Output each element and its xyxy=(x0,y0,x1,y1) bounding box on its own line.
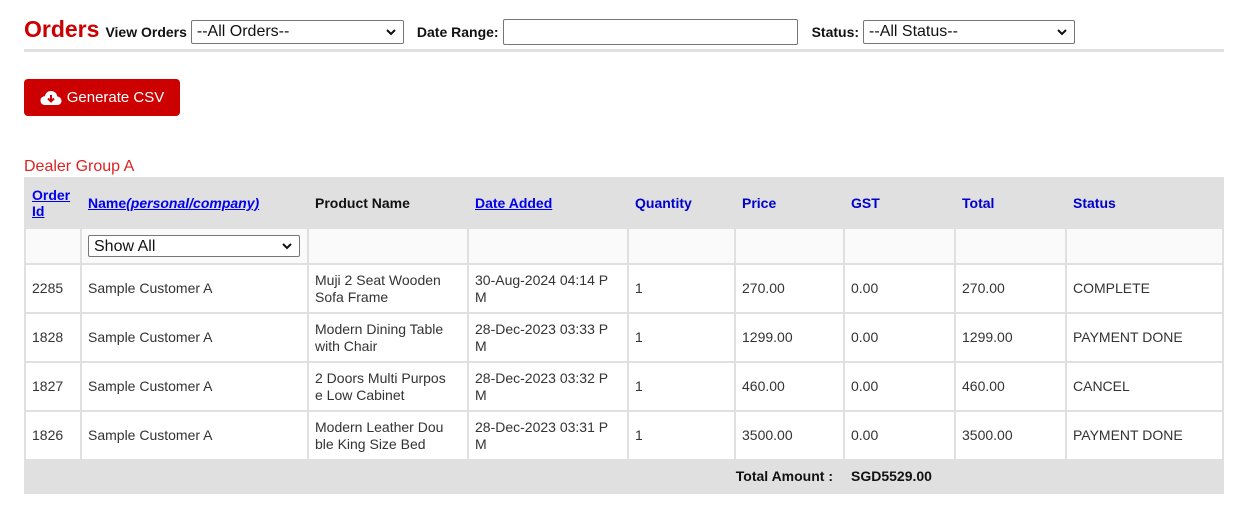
cell-gst: 0.00 xyxy=(845,265,954,312)
cell-total: 3500.00 xyxy=(956,412,1065,459)
filter-row: Show All xyxy=(26,229,1222,263)
total-row: Total Amount : SGD5529.00 xyxy=(26,461,1222,492)
cell-product-name: Modern Leather Dou ble King Size Bed xyxy=(309,412,467,459)
cell-gst: 0.00 xyxy=(845,412,954,459)
chevron-down-icon xyxy=(282,243,292,250)
dealer-group-title: Dealer Group A xyxy=(24,158,135,175)
cell-date-added: 30-Aug-2024 04:14 PM xyxy=(469,265,627,312)
name-sort-link[interactable]: Name(personal/company) xyxy=(88,195,259,211)
cell-date-added: 28-Dec-2023 03:31 PM xyxy=(469,412,627,459)
cell-status: PAYMENT DONE xyxy=(1067,314,1222,361)
cell-price: 1299.00 xyxy=(736,314,843,361)
cell-status: PAYMENT DONE xyxy=(1067,412,1222,459)
column-total: Total xyxy=(956,179,1065,227)
view-orders-select[interactable]: --All Orders-- xyxy=(190,19,404,44)
column-gst: GST xyxy=(845,179,954,227)
status-label: Status: xyxy=(811,23,860,40)
cell-price: 3500.00 xyxy=(736,412,843,459)
order-id-sort-link[interactable]: Order Id xyxy=(32,187,70,219)
cell-product-name: 2 Doors Multi Purpos e Low Cabinet xyxy=(309,363,467,410)
cell-order-id: 2285 xyxy=(26,265,80,312)
cell-total: 1299.00 xyxy=(956,314,1065,361)
cell-order-id: 1826 xyxy=(26,412,80,459)
cell-name: Sample Customer A xyxy=(82,265,307,312)
cell-quantity: 1 xyxy=(629,363,734,410)
cell-quantity: 1 xyxy=(629,412,734,459)
status-select[interactable]: --All Status-- xyxy=(863,19,1076,44)
orders-header: Orders View Orders --All Orders-- Date R… xyxy=(24,14,1224,52)
orders-table: Order Id Name(personal/company) Product N… xyxy=(24,177,1224,494)
cell-status: CANCEL xyxy=(1067,363,1222,410)
table-row: 2285 Sample Customer A Muji 2 Seat Wooden S… xyxy=(26,265,1222,312)
cell-quantity: 1 xyxy=(629,265,734,312)
column-status: Status xyxy=(1067,179,1222,227)
chevron-down-icon xyxy=(386,28,396,35)
total-amount-value: SGD5529.00 xyxy=(845,461,1222,492)
column-date-added[interactable]: Date Added xyxy=(469,179,627,227)
cell-quantity: 1 xyxy=(629,314,734,361)
cell-date-added: 28-Dec-2023 03:32 PM xyxy=(469,363,627,410)
column-name[interactable]: Name(personal/company) xyxy=(82,179,307,227)
date-range-input[interactable] xyxy=(502,18,798,45)
cell-name: Sample Customer A xyxy=(82,314,307,361)
cell-name: Sample Customer A xyxy=(82,412,307,459)
column-order-id[interactable]: Order Id xyxy=(26,179,80,227)
cell-gst: 0.00 xyxy=(845,314,954,361)
name-filter-value: Show All xyxy=(94,237,156,255)
date-range-label: Date Range: xyxy=(416,23,499,40)
table-row: 1827 Sample Customer A2 Doors Multi Purpo… xyxy=(26,363,1222,410)
column-price: Price xyxy=(736,179,843,227)
cell-gst: 0.00 xyxy=(845,363,954,410)
table-header-row: Order Id Name(personal/company) Product N… xyxy=(26,179,1222,227)
cell-name: Sample Customer A xyxy=(82,363,307,410)
total-amount-label: Total Amount : xyxy=(26,461,843,492)
column-product-name: Product Name xyxy=(309,179,467,227)
page-title: Orders xyxy=(24,16,100,42)
cell-status: COMPLETE xyxy=(1067,265,1222,312)
cell-date-added: 28-Dec-2023 03:33 PM xyxy=(469,314,627,361)
cell-total: 270.00 xyxy=(956,265,1065,312)
view-orders-label: View Orders xyxy=(105,23,187,40)
cell-product-name: Modern Dining Table with Chair xyxy=(309,314,467,361)
generate-csv-button[interactable]: Generate CSV xyxy=(24,79,180,116)
date-added-sort-link[interactable]: Date Added xyxy=(475,195,552,211)
cloud-download-icon xyxy=(40,90,62,105)
table-row: 1826 Sample Customer A Modern Leather Dou b… xyxy=(26,412,1222,459)
status-value: --All Status-- xyxy=(869,22,958,40)
cell-total: 460.00 xyxy=(956,363,1065,410)
name-filter-select[interactable]: Show All xyxy=(88,235,300,257)
cell-price: 460.00 xyxy=(736,363,843,410)
cell-product-name: Muji 2 Seat Wooden Sofa Frame xyxy=(309,265,467,312)
cell-order-id: 1828 xyxy=(26,314,80,361)
column-quantity: Quantity xyxy=(629,179,734,227)
chevron-down-icon xyxy=(1057,28,1067,35)
view-orders-value: --All Orders-- xyxy=(196,22,290,40)
orders-page: Orders View Orders --All Orders-- Date R… xyxy=(0,0,1233,518)
table-row: 1828 Sample Customer A Modern Dining Table… xyxy=(26,314,1222,361)
cell-price: 270.00 xyxy=(736,265,843,312)
cell-order-id: 1827 xyxy=(26,363,80,410)
generate-csv-label: Generate CSV xyxy=(66,89,165,106)
